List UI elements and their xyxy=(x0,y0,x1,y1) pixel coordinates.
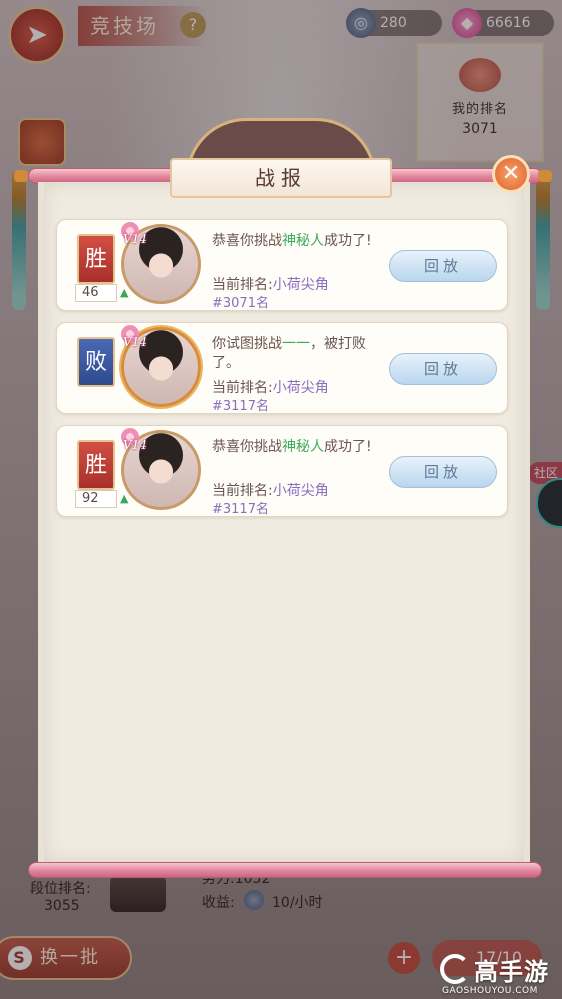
replay-button[interactable]: 回放 xyxy=(389,456,497,488)
watermark-logo-icon xyxy=(440,954,470,984)
replay-button[interactable]: 回放 xyxy=(389,250,497,282)
rank-number: #3071名 xyxy=(212,296,269,311)
score-value: 46 xyxy=(82,285,99,300)
player-nickname: 小荷尖角 xyxy=(272,277,329,293)
current-rank-line: 当前排名:小荷尖角 xyxy=(212,377,329,397)
opponent-name: 一一 xyxy=(282,336,310,352)
message-prefix: 你试图挑战 xyxy=(212,336,282,352)
dialog-title: 战报 xyxy=(170,158,392,198)
message-prefix: 恭喜你挑战 xyxy=(212,439,282,455)
record-message: 恭喜你挑战神秘人成功了! xyxy=(212,438,380,457)
result-badge: 败 xyxy=(77,337,115,387)
battle-record-card: 败 V14 你试图挑战一一，被打败了。 当前排名:小荷尖角 #3117名 回放 xyxy=(56,322,508,414)
rank-prefix: 当前排名: xyxy=(212,277,273,293)
record-message: 你试图挑战一一，被打败了。 xyxy=(212,335,380,373)
vip-badge: V14 xyxy=(123,438,147,452)
battle-record-card: 胜 92 ▲ V14 恭喜你挑战神秘人成功了! 当前排名:小荷尖角 #3117名 回放 xyxy=(56,425,508,517)
message-prefix: 恭喜你挑战 xyxy=(212,233,282,249)
watermark-brand: 高手游 xyxy=(474,958,549,986)
replay-button[interactable]: 回放 xyxy=(389,353,497,385)
player-nickname: 小荷尖角 xyxy=(272,483,329,499)
watermark-url: GAOSHOUYOU.COM xyxy=(442,986,538,996)
result-badge: 胜 xyxy=(77,234,115,284)
score-box: 46 ▲ xyxy=(75,284,128,302)
message-suffix: 成功了! xyxy=(324,233,372,249)
scroll-rod-bottom xyxy=(28,862,542,878)
scroll-rod-end-right xyxy=(538,170,552,182)
result-badge: 胜 xyxy=(77,440,115,490)
battle-record-card: 胜 46 ▲ V14 恭喜你挑战神秘人成功了! 当前排名:小荷尖角 #3071名 回放 xyxy=(56,219,508,311)
vip-badge: V14 xyxy=(123,232,147,246)
rank-number: #3117名 xyxy=(212,399,269,414)
record-message: 恭喜你挑战神秘人成功了! xyxy=(212,232,380,251)
watermark: 高手游 GAOSHOUYOU.COM xyxy=(438,952,562,998)
close-icon: ✕ xyxy=(501,161,521,186)
score-value: 92 xyxy=(82,491,99,506)
scroll-rod-end-left xyxy=(14,170,28,182)
score-box: 92 ▲ xyxy=(75,490,128,508)
current-rank-line: 当前排名:小荷尖角 xyxy=(212,274,329,294)
close-button[interactable]: ✕ xyxy=(492,155,530,193)
opponent-name: 神秘人 xyxy=(282,233,324,249)
message-suffix: 成功了! xyxy=(324,439,372,455)
opponent-name: 神秘人 xyxy=(282,439,324,455)
rank-prefix: 当前排名: xyxy=(212,483,273,499)
player-nickname: 小荷尖角 xyxy=(272,380,329,396)
rank-number: #3117名 xyxy=(212,502,269,517)
vip-badge: V14 xyxy=(123,335,147,349)
current-rank-line: 当前排名:小荷尖角 xyxy=(212,480,329,500)
rank-prefix: 当前排名: xyxy=(212,380,273,396)
